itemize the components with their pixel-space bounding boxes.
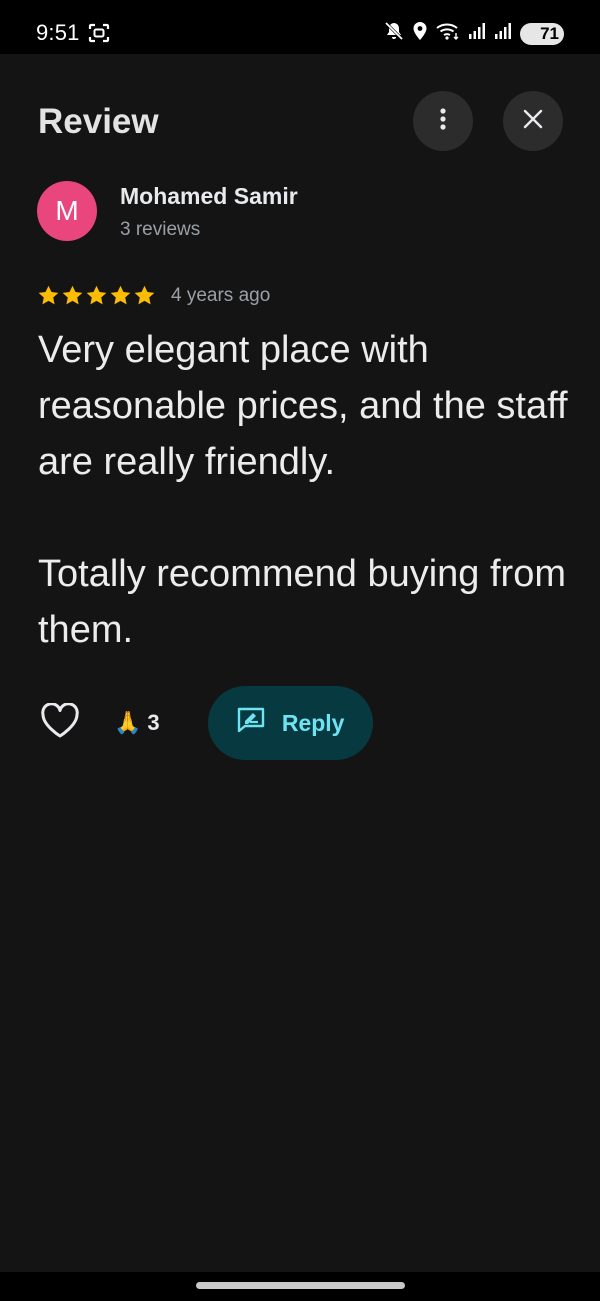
- review-actions: 🙏 3 Reply: [38, 686, 373, 760]
- location-icon: [412, 21, 428, 46]
- signal-icon: [468, 22, 486, 45]
- close-icon: [523, 109, 543, 134]
- reply-icon: [236, 706, 266, 740]
- rating-row: 4 years ago: [37, 284, 270, 307]
- navigation-bar: [0, 1272, 600, 1301]
- screenshot-icon: [88, 23, 110, 48]
- reaction-count-value: 3: [147, 710, 160, 735]
- star-icon: [38, 285, 59, 305]
- more-options-button[interactable]: [413, 91, 473, 151]
- page-title: Review: [38, 102, 159, 141]
- star-icon: [134, 285, 155, 305]
- mute-icon: [384, 21, 404, 46]
- reply-label: Reply: [281, 709, 345, 736]
- battery-indicator: 71: [520, 22, 564, 45]
- pray-icon: 🙏: [114, 710, 142, 735]
- status-time: 9:51: [36, 20, 80, 45]
- more-vert-icon: [439, 107, 447, 136]
- author-name[interactable]: Mohamed Samir: [120, 183, 298, 210]
- reply-button[interactable]: Reply: [207, 686, 373, 760]
- author-review-count: 3 reviews: [120, 219, 201, 240]
- wifi-icon: [436, 21, 460, 46]
- status-bar: 9:51 71: [0, 0, 600, 54]
- star-rating: [37, 284, 156, 307]
- star-icon: [62, 285, 83, 305]
- review-time: 4 years ago: [171, 284, 271, 306]
- review-sheet: Review M Mohamed Samir 3 reviews 4 years…: [0, 54, 600, 1272]
- home-indicator[interactable]: [196, 1282, 405, 1289]
- close-button[interactable]: [503, 91, 563, 151]
- review-text: Very elegant place with reasonable price…: [38, 329, 568, 651]
- star-icon: [110, 285, 131, 305]
- star-icon: [86, 285, 107, 305]
- heart-icon: [40, 701, 80, 744]
- like-button[interactable]: [38, 701, 82, 745]
- reaction-count[interactable]: 🙏 3: [114, 710, 160, 736]
- signal-icon: [494, 22, 512, 45]
- avatar[interactable]: M: [37, 181, 97, 241]
